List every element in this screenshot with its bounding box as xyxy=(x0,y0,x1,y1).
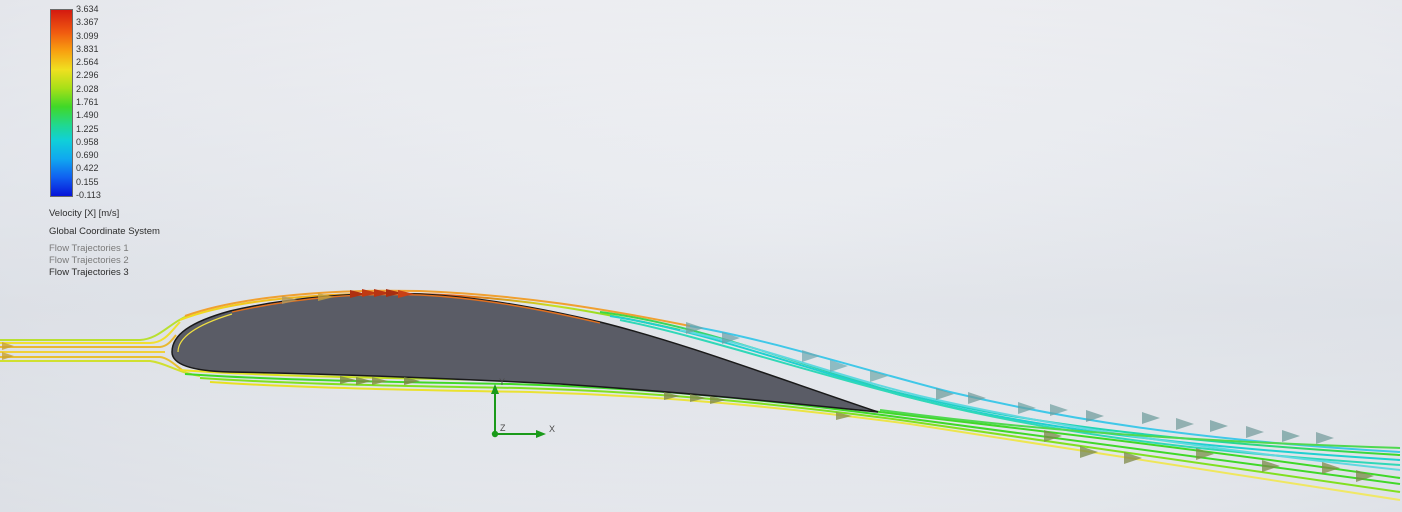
triad-x-label: X xyxy=(549,424,555,434)
triad-z-label: Z xyxy=(500,423,506,433)
colorbar-tick-label: 2.564 xyxy=(76,57,99,68)
colorbar-tick-label: 2.028 xyxy=(76,83,99,94)
colorbar-tick-label: -0.113 xyxy=(76,190,101,200)
colorbar-tick-label: 0.958 xyxy=(76,136,99,147)
inflow-streamlines xyxy=(0,314,201,377)
colorbar xyxy=(50,9,73,197)
colorbar-tick-label: 0.690 xyxy=(76,150,99,161)
colorbar-tick-label: 1.761 xyxy=(76,97,99,107)
colorbar-tick-label: 1.490 xyxy=(76,110,99,121)
graphics-viewport[interactable]: Y X Z 3.634 3.367 3.099 3.831 2.564 2.296 2.02… xyxy=(0,0,1402,512)
triad-y-label: Y xyxy=(499,377,505,387)
colorbar-tick-label: 1.225 xyxy=(76,123,99,134)
legend-trajectory-item[interactable]: Flow Trajectories 1 xyxy=(49,244,129,254)
colorbar-tick-label: 0.422 xyxy=(76,163,99,174)
colorbar-tick-label: 3.831 xyxy=(76,43,99,54)
legend-coordinate-system-label: Global Coordinate System xyxy=(49,226,160,237)
colorbar-tick-label: 0.155 xyxy=(76,176,99,187)
colorbar-tick-label: 3.634 xyxy=(76,4,99,14)
legend-quantity-label: Velocity [X] [m/s] xyxy=(49,208,120,219)
colorbar-tick-label: 2.296 xyxy=(76,70,99,81)
legend-trajectory-item[interactable]: Flow Trajectories 2 xyxy=(49,256,129,266)
flow-scene[interactable]: Y X Z xyxy=(0,0,1402,512)
colorbar-tick-label: 3.367 xyxy=(76,17,99,28)
legend-trajectory-item[interactable]: Flow Trajectories 3 xyxy=(49,268,129,278)
colorbar-tick-label: 3.099 xyxy=(76,30,99,41)
